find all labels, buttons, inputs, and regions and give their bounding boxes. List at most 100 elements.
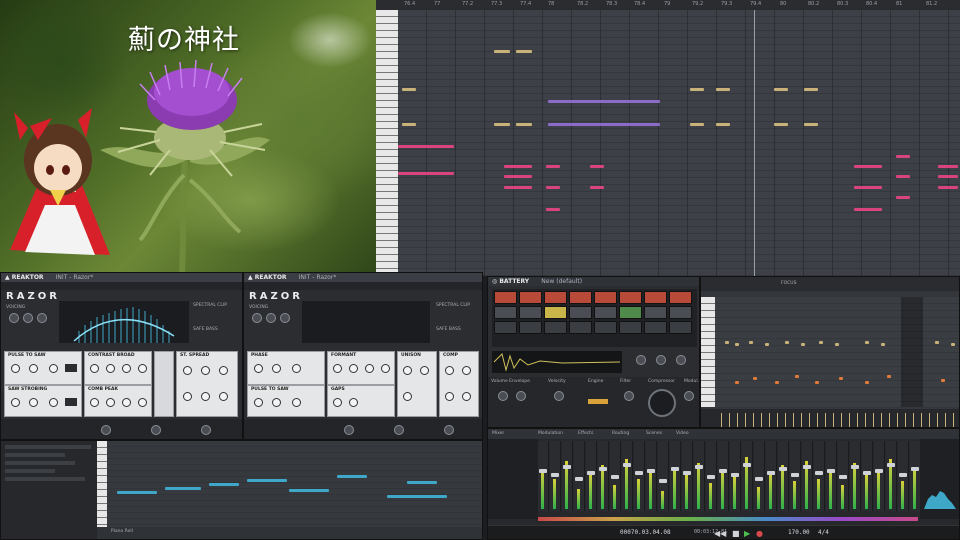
gap-knob[interactable]	[333, 398, 342, 407]
module-pulse-to-saw[interactable]: PULSE TO SAW	[247, 385, 325, 417]
reaktor-toolbar[interactable]	[1, 282, 242, 290]
midi-note[interactable]	[938, 165, 958, 168]
drum-pad[interactable]	[644, 321, 667, 334]
amp-knob[interactable]	[201, 366, 210, 375]
midi-note[interactable]	[854, 208, 882, 211]
mix-knob[interactable]	[219, 392, 228, 401]
decay-knob[interactable]	[516, 391, 526, 401]
battery-edit-panel[interactable]: Volume Envelope Velocity Engine Filter C…	[488, 377, 699, 427]
preset-name[interactable]: INIT - Razor*	[56, 274, 94, 281]
pan-knob[interactable]	[656, 355, 666, 365]
formant-knob[interactable]	[333, 364, 342, 373]
ratio-knob[interactable]	[254, 364, 263, 373]
stretch-knob[interactable]	[138, 398, 147, 407]
midi-note[interactable]	[938, 175, 958, 178]
midi-note[interactable]	[690, 123, 704, 126]
amp-knob[interactable]	[29, 364, 38, 373]
note-grid[interactable]	[715, 297, 959, 407]
midi-note[interactable]	[590, 186, 604, 189]
midi-note[interactable]	[516, 123, 532, 126]
reaktor-titlebar[interactable]: ▲ REAKTOR INIT - Razor*	[244, 273, 482, 282]
env-knob[interactable]	[101, 425, 111, 435]
mod-knob[interactable]	[684, 391, 694, 401]
engine-mode-button[interactable]	[588, 399, 608, 404]
midi-note[interactable]	[402, 88, 416, 91]
drum-pad[interactable]	[669, 306, 692, 319]
module-contrast-broad[interactable]: CONTRAST BROAD	[84, 351, 152, 385]
cutoff-knob[interactable]	[90, 398, 99, 407]
reaktor-titlebar[interactable]: ▲ REAKTOR INIT - Razor*	[1, 273, 242, 282]
drive-knob[interactable]	[445, 366, 454, 375]
piano-roll-right[interactable]: FOCUS	[700, 276, 960, 428]
midi-note[interactable]	[774, 88, 788, 91]
playhead[interactable]	[754, 10, 755, 276]
release-knob[interactable]	[462, 366, 471, 375]
module-gaps[interactable]: GAPS	[327, 385, 395, 417]
midi-note[interactable]	[804, 123, 818, 126]
midi-note[interactable]	[516, 50, 532, 53]
tune-knob[interactable]	[676, 355, 686, 365]
drum-pad[interactable]	[619, 306, 642, 319]
phase-knob[interactable]	[122, 398, 131, 407]
midi-note[interactable]	[504, 186, 532, 189]
drum-pad[interactable]	[644, 291, 667, 304]
midi-note[interactable]	[716, 123, 730, 126]
width-knob[interactable]	[349, 398, 358, 407]
drum-pad[interactable]	[619, 321, 642, 334]
module-slot-empty[interactable]	[154, 351, 174, 417]
attack-knob[interactable]	[498, 391, 508, 401]
drum-pad[interactable]	[594, 306, 617, 319]
battery-window[interactable]: ◎ BATTERY New (default) Volume Envelope …	[487, 276, 700, 428]
reaktor-toolbar[interactable]	[244, 282, 482, 290]
drum-pad[interactable]	[644, 306, 667, 319]
drum-pad[interactable]	[594, 291, 617, 304]
rate-knob[interactable]	[445, 392, 454, 401]
mixer-window[interactable]: Mixer Modulation Effects Routing Scenes …	[487, 428, 960, 540]
boost-knob[interactable]	[106, 364, 115, 373]
ratio-knob[interactable]	[11, 364, 20, 373]
module-unison[interactable]: UNISON	[397, 351, 437, 417]
piano-keyboard[interactable]	[701, 297, 715, 407]
midi-note[interactable]	[716, 88, 730, 91]
piano-keyboard[interactable]	[376, 10, 398, 276]
bandwidth-knob[interactable]	[122, 364, 131, 373]
midi-note[interactable]	[896, 155, 910, 158]
midi-note[interactable]	[546, 186, 560, 189]
drum-pad[interactable]	[669, 321, 692, 334]
midi-note[interactable]	[896, 175, 910, 178]
drum-pad[interactable]	[569, 306, 592, 319]
battery-titlebar[interactable]: ◎ BATTERY New (default)	[488, 277, 699, 286]
env-knob[interactable]	[444, 425, 454, 435]
transport-bar[interactable]: 00070.03.04.08 00:03:12.81 ◀◀ ■ ▶ ● 170.…	[488, 525, 959, 539]
boost-knob[interactable]	[106, 398, 115, 407]
drum-pad[interactable]	[594, 321, 617, 334]
midi-note[interactable]	[546, 208, 560, 211]
mixer-track-list[interactable]	[488, 439, 538, 519]
env-knob[interactable]	[344, 425, 354, 435]
voicing-knob[interactable]	[280, 313, 290, 323]
amp-knob[interactable]	[49, 398, 58, 407]
envelope-strip[interactable]	[1, 419, 242, 439]
midi-note[interactable]	[774, 123, 788, 126]
rewind-icon[interactable]: ◀◀	[714, 529, 726, 538]
drive-knob[interactable]	[219, 366, 228, 375]
midi-note[interactable]	[690, 88, 704, 91]
midi-note[interactable]	[590, 165, 604, 168]
velocity-knob[interactable]	[554, 391, 564, 401]
midi-note[interactable]	[938, 186, 958, 189]
compressor-knob[interactable]	[648, 389, 676, 417]
drum-pad-selected[interactable]	[544, 306, 567, 319]
midi-note[interactable]	[494, 50, 510, 53]
midi-note[interactable]	[804, 88, 818, 91]
stop-icon[interactable]: ■	[732, 529, 740, 538]
width-knob[interactable]	[381, 364, 390, 373]
detune-knob[interactable]	[403, 366, 412, 375]
reaktor-window-right[interactable]: ▲ REAKTOR INIT - Razor* RAZOR VOICING SP…	[243, 272, 483, 440]
master-section[interactable]	[920, 439, 959, 519]
filter-knob[interactable]	[624, 391, 634, 401]
drum-pad[interactable]	[519, 321, 542, 334]
voicing-knob[interactable]	[266, 313, 276, 323]
play-icon[interactable]: ▶	[744, 529, 750, 538]
midi-note[interactable]	[854, 186, 882, 189]
preset-name[interactable]: New (default)	[541, 278, 582, 285]
